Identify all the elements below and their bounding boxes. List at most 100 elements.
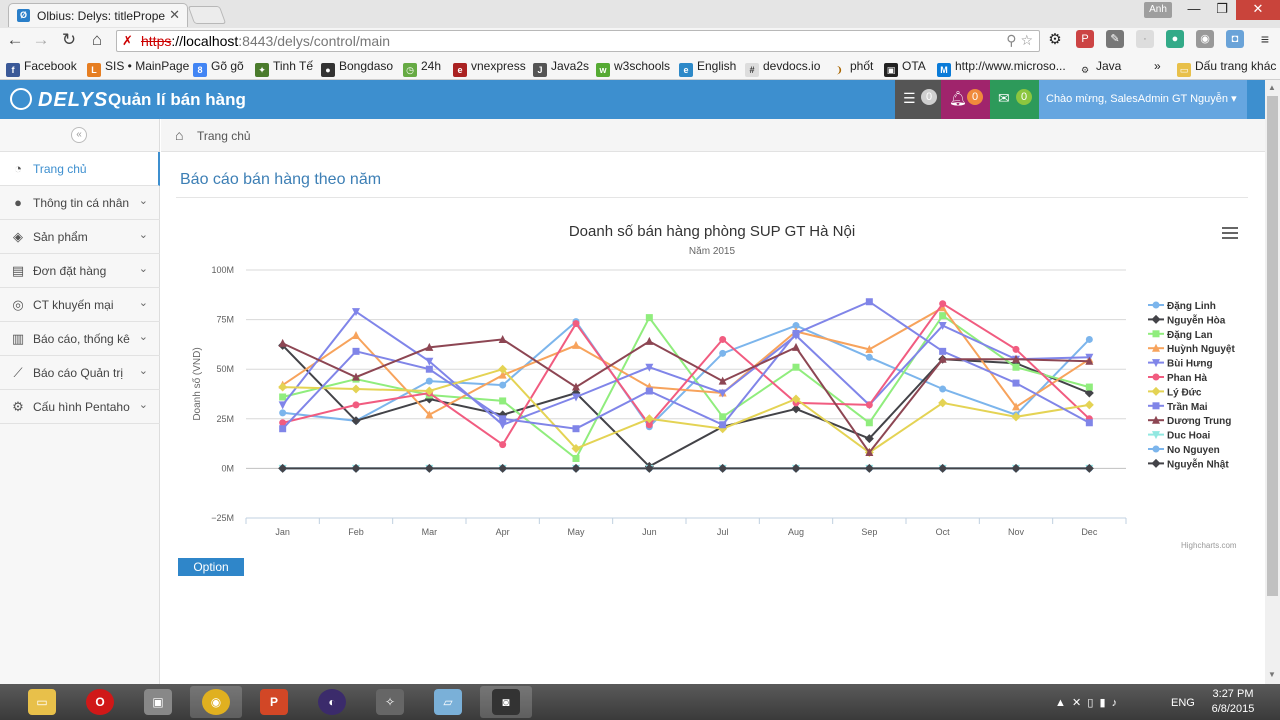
extension-icon-3[interactable]: ◉ bbox=[1196, 30, 1214, 48]
legend-item[interactable]: Đặng Linh bbox=[1148, 301, 1216, 312]
bookmark-item[interactable]: Mhttp://www.microso... bbox=[937, 59, 1066, 77]
php-extension-icon[interactable]: P bbox=[1076, 30, 1094, 48]
data-point bbox=[645, 387, 653, 395]
address-bar[interactable]: ✗ https://localhost:8443/delys/control/m… bbox=[116, 30, 1040, 52]
bookmark-item[interactable]: w w3schools bbox=[596, 59, 670, 77]
legend-item[interactable]: Đặng Lan bbox=[1148, 330, 1213, 341]
menu-icon[interactable]: ≡ bbox=[1256, 30, 1274, 48]
app-logo[interactable]: DELYS bbox=[10, 88, 108, 112]
bookmark-item[interactable]: ▣ OTA bbox=[884, 59, 926, 77]
user-menu[interactable]: Chào mừng, SalesAdmin GT Nguyễn ▾ bbox=[1039, 80, 1247, 119]
bookmarks-overflow[interactable]: » bbox=[1154, 59, 1161, 73]
taskbar-explorer[interactable]: ▭ bbox=[16, 686, 68, 718]
eclipse-icon: ◐ bbox=[318, 689, 346, 715]
restore-button[interactable]: ❐ bbox=[1208, 0, 1236, 20]
data-point bbox=[352, 401, 360, 409]
legend-item[interactable]: Huỳnh Nguyệt bbox=[1148, 343, 1235, 356]
scroll-down-icon[interactable]: ▼ bbox=[1268, 670, 1276, 679]
bookmark-item[interactable]: e English bbox=[679, 59, 736, 77]
sidebar-item-promotions[interactable]: ◎ CT khuyến mại ⌄ bbox=[0, 288, 160, 322]
legend-item[interactable]: Phan Hà bbox=[1148, 373, 1207, 384]
taskbar-opera[interactable]: O bbox=[74, 686, 126, 718]
system-tray-icons[interactable]: ▲ ✕ ▯ ▮ ♪ bbox=[1055, 696, 1117, 709]
taskbar-notepad[interactable]: ▱ bbox=[422, 686, 474, 718]
legend-item[interactable]: No Nguyen bbox=[1148, 445, 1220, 456]
scroll-thumb[interactable] bbox=[1267, 96, 1278, 596]
language-indicator[interactable]: ENG bbox=[1171, 697, 1195, 709]
sidebar-item-profile[interactable]: ● Thông tin cá nhân ⌄ bbox=[0, 186, 160, 220]
option-button[interactable]: Option bbox=[178, 558, 244, 576]
legend-item[interactable]: Duc Hoai bbox=[1148, 431, 1211, 442]
sidebar-item-orders[interactable]: ▤ Đơn đặt hàng ⌄ bbox=[0, 254, 160, 288]
back-arrow-icon[interactable]: ← bbox=[4, 30, 26, 50]
sidebar-item-label: Báo cáo Quản trị bbox=[33, 366, 124, 380]
breadcrumb-home[interactable]: Trang chủ bbox=[197, 129, 251, 143]
other-bookmarks-folder[interactable]: ▭ Dấu trang khác bbox=[1177, 59, 1276, 77]
bookmark-item[interactable]: L SIS • MainPage bbox=[87, 59, 189, 77]
taskbar-clock[interactable]: 3:27 PM 6/8/2015 bbox=[1206, 687, 1260, 717]
scroll-up-icon[interactable]: ▲ bbox=[1268, 83, 1276, 92]
data-point bbox=[1085, 335, 1093, 343]
home-icon[interactable]: ⌂ bbox=[86, 30, 108, 50]
browser-tab[interactable]: Ø Olbius: Delys: titleProperty ✕ bbox=[8, 3, 188, 27]
taskbar-chrome[interactable]: ◉ bbox=[190, 686, 242, 718]
bookmark-item[interactable]: J Java2s bbox=[533, 59, 589, 77]
forward-arrow-icon[interactable]: → bbox=[30, 30, 52, 50]
chevron-down-icon: ⌄ bbox=[138, 399, 148, 411]
sidebar-item-admin-reports[interactable]: ⟋ Báo cáo Quản trị ⌄ bbox=[0, 356, 160, 390]
series-group bbox=[279, 300, 1093, 449]
messages-button[interactable]: ✉ 0 bbox=[990, 80, 1039, 119]
home-icon[interactable]: ⌂ bbox=[175, 127, 183, 143]
bookmark-item[interactable]: f Facebook bbox=[6, 59, 77, 77]
sidebar-item-products[interactable]: ◈ Sản phẩm ⌄ bbox=[0, 220, 160, 254]
sidebar-item-home[interactable]: ◔ Trang chủ bbox=[0, 152, 160, 186]
data-point bbox=[792, 342, 800, 351]
extension-icon-2[interactable]: ● bbox=[1166, 30, 1184, 48]
page-scrollbar[interactable]: ▲ ▼ bbox=[1265, 80, 1280, 684]
bookmark-item[interactable]: 8 Gõ gõ bbox=[193, 59, 244, 77]
new-tab-button[interactable] bbox=[187, 6, 227, 24]
bookmark-item[interactable]: # devdocs.io bbox=[745, 59, 820, 77]
tasks-button[interactable]: ☰ 0 bbox=[895, 80, 941, 119]
bookmark-item[interactable]: ✦ Tinh Tế bbox=[255, 59, 313, 77]
legend-item[interactable]: Bùi Hưng bbox=[1148, 359, 1213, 370]
collapse-chevron-icon[interactable]: « bbox=[71, 127, 87, 143]
bookmark-item[interactable]: ⚙ Java bbox=[1078, 59, 1121, 77]
bookmark-item[interactable]: e vnexpress bbox=[453, 59, 526, 77]
chart-credit[interactable]: Highcharts.com bbox=[1181, 541, 1237, 550]
sidebar-item-pentaho[interactable]: ⚙ Cấu hình Pentaho ⌄ bbox=[0, 390, 160, 424]
close-window-button[interactable]: ✕ bbox=[1236, 0, 1280, 20]
sidebar-item-reports[interactable]: ▥ Báo cáo, thống kê ⌄ bbox=[0, 322, 160, 356]
legend-label: Đặng Linh bbox=[1167, 301, 1216, 312]
url-text[interactable]: https://localhost:8443/delys/control/mai… bbox=[141, 33, 390, 49]
eyedropper-extension-icon[interactable]: ✎ bbox=[1106, 30, 1124, 48]
data-point bbox=[352, 347, 360, 355]
chart-context-menu-icon[interactable] bbox=[1222, 227, 1238, 239]
x-tick-label: Jul bbox=[717, 527, 729, 537]
search-star-icon[interactable]: ⚲ ☆ bbox=[1006, 32, 1033, 49]
bookmark-item[interactable]: ◷ 24h bbox=[403, 59, 441, 77]
taskbar-vmware[interactable]: ▣ bbox=[132, 686, 184, 718]
camera-extension-icon[interactable]: ◘ bbox=[1226, 30, 1244, 48]
minimize-button[interactable]: — bbox=[1180, 0, 1208, 20]
legend-item[interactable]: Trần Mai bbox=[1148, 401, 1208, 413]
taskbar-inkscape[interactable]: ✧ bbox=[364, 686, 416, 718]
tab-close-icon[interactable]: ✕ bbox=[169, 7, 180, 23]
bookmark-item[interactable]: ● Bongdaso bbox=[321, 59, 393, 77]
profile-chip[interactable]: Anh bbox=[1144, 2, 1172, 18]
taskbar-camera[interactable]: ◙ bbox=[480, 686, 532, 718]
legend-item[interactable]: Lý Đức bbox=[1148, 386, 1202, 399]
reload-icon[interactable]: ↻ bbox=[58, 30, 80, 50]
bookmark-item[interactable]: ❩ phốt bbox=[832, 59, 873, 77]
legend-item[interactable]: Dương Trung bbox=[1148, 415, 1231, 428]
taskbar-eclipse[interactable]: ◐ bbox=[306, 686, 358, 718]
tab-title: Olbius: Delys: titleProperty bbox=[37, 9, 165, 23]
extension-icon[interactable]: · bbox=[1136, 30, 1154, 48]
taskbar-powerpoint[interactable]: P bbox=[248, 686, 300, 718]
bell-icon: 🔔︎ bbox=[949, 90, 967, 106]
data-point bbox=[1012, 345, 1020, 353]
legend-item[interactable]: Nguyễn Hòa bbox=[1148, 313, 1226, 326]
settings-gear-icon[interactable]: ⚙ bbox=[1044, 30, 1066, 48]
notifications-button[interactable]: 🔔︎ 0 bbox=[941, 80, 990, 119]
legend-item[interactable]: Nguyễn Nhật bbox=[1148, 457, 1229, 470]
